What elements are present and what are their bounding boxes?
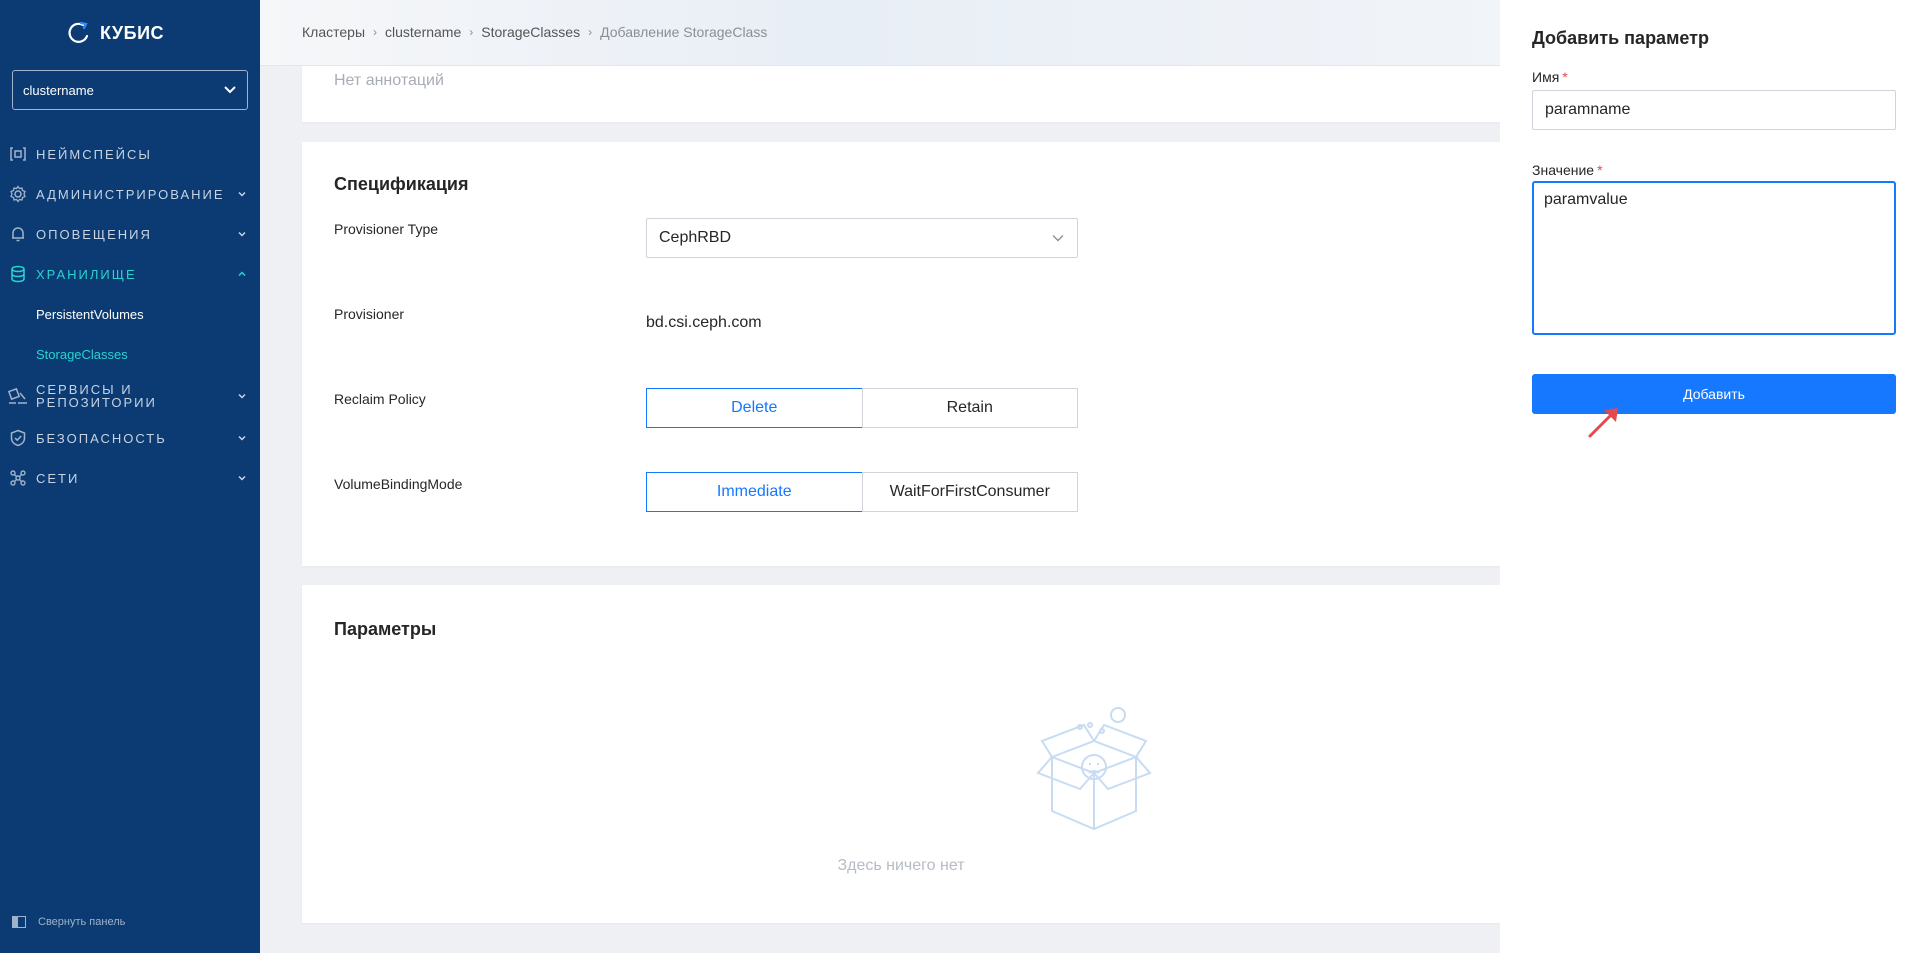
gear-icon [8,184,28,204]
chevron-down-icon [238,435,246,441]
sidebar-item-label: Неймспейсы [36,146,152,162]
breadcrumb-storageclasses[interactable]: StorageClasses [481,24,580,40]
network-icon [8,468,28,488]
breadcrumb-separator-icon: › [373,25,377,39]
sidebar-nav: Неймспейсы Администрирование Оповещения … [0,134,260,498]
logo[interactable]: КУБИС [66,20,164,46]
add-parameter-button[interactable]: Добавить [1532,374,1896,414]
provisioner-value: bd.csi.ceph.com [646,314,762,331]
reclaim-policy-retain-option[interactable]: Retain [861,388,1078,428]
sidebar-item-namespaces[interactable]: Неймспейсы [0,134,260,174]
provisioner-type-label: Provisioner Type [334,221,439,237]
database-icon [8,264,28,284]
namespaces-icon [8,144,28,164]
reclaim-policy-toggle: Delete Retain [646,388,1078,428]
drawer-title: Добавить параметр [1532,28,1709,48]
breadcrumb-clusters[interactable]: Кластеры [302,24,365,40]
binding-mode-waitforfirstconsumer-option[interactable]: WaitForFirstConsumer [861,472,1078,512]
param-value-textarea[interactable]: paramvalue [1532,181,1896,335]
logo-text: КУБИС [100,22,165,43]
param-name-input[interactable] [1532,90,1896,130]
no-annotations-text: Нет аннотаций [334,72,444,89]
sidebar-item-label: Оповещения [36,226,152,242]
sidebar-item-label: Сети [36,470,80,486]
sidebar-subitem-storageclasses[interactable]: StorageClasses [0,334,260,374]
provisioner-type-value: CephRBD [659,229,732,246]
sidebar: КУБИС clustername Неймспейсы Администрир… [0,0,260,953]
binding-mode-immediate-option[interactable]: Immediate [646,472,863,512]
chevron-down-icon [1052,235,1064,242]
sidebar-item-label: Администрирование [36,186,225,202]
sidebar-item-administration[interactable]: Администрирование [0,174,260,214]
required-mark: * [1562,69,1568,85]
bell-icon [8,224,28,244]
chevron-down-icon [238,231,246,237]
name-label-text: Имя [1532,69,1560,85]
services-icon [8,386,28,406]
collapse-panel-label: Свернуть панель [38,916,126,928]
value-field-label: Значение * [1532,162,1603,178]
volume-binding-mode-toggle: Immediate WaitForFirstConsumer [646,472,1078,512]
reclaim-policy-label: Reclaim Policy [334,391,426,407]
breadcrumb-separator-icon: › [469,25,474,39]
required-mark: * [1597,162,1603,178]
shield-icon [8,428,28,448]
sidebar-item-alerts[interactable]: Оповещения [0,214,260,254]
name-field-label: Имя * [1532,69,1568,85]
provisioner-type-select[interactable]: CephRBD [646,218,1078,258]
sidebar-item-label: Сервисы и репозитории [36,382,157,410]
specification-title: Спецификация [334,174,469,194]
parameters-card: Параметры Здесь ничего нет [302,585,1500,923]
chevron-down-icon [238,191,246,197]
chevron-down-icon [224,86,236,94]
breadcrumb-current: Добавление StorageClass [600,24,768,40]
add-parameter-drawer: Добавить параметр Имя* Значение* paramva… [1500,0,1920,953]
sidebar-item-services[interactable]: Сервисы и репозитории [0,374,260,418]
chevron-up-icon [238,271,246,277]
sidebar-item-label: Хранилище [36,266,137,282]
cluster-select[interactable]: clustername [12,70,248,110]
empty-state-text: Здесь ничего нет [837,857,965,874]
annotations-card: Нет аннотаций [302,66,1500,122]
provisioner-label: Provisioner [334,306,405,322]
parameters-title: Параметры [334,619,437,639]
chevron-down-icon [238,475,246,481]
sidebar-item-storage[interactable]: Хранилище [0,254,260,294]
specification-card: Спецификация Provisioner Type CephRBD Pr… [302,142,1500,566]
volume-binding-mode-label: VolumeBindingMode [334,476,463,492]
breadcrumb-clustername[interactable]: clustername [385,24,461,40]
chevron-down-icon [238,393,246,399]
sidebar-item-networks[interactable]: Сети [0,458,260,498]
collapse-panel-icon [12,916,26,928]
sidebar-item-security[interactable]: Безопасность [0,418,260,458]
sidebar-item-label: Безопасность [36,430,167,446]
top-header: Кластеры › clustername › StorageClasses … [260,0,1500,66]
reclaim-policy-delete-option[interactable]: Delete [646,388,863,428]
cluster-select-value: clustername [23,82,94,98]
collapse-panel-button[interactable]: Свернуть панель [12,916,125,928]
logo-icon [68,21,89,43]
empty-box-icon [1036,707,1152,831]
sidebar-subitem-persistentvolumes[interactable]: PersistentVolumes [0,294,260,334]
value-label-text: Значение [1532,162,1595,178]
breadcrumb-separator-icon: › [588,25,593,39]
breadcrumb: Кластеры › clustername › StorageClasses … [302,24,767,40]
